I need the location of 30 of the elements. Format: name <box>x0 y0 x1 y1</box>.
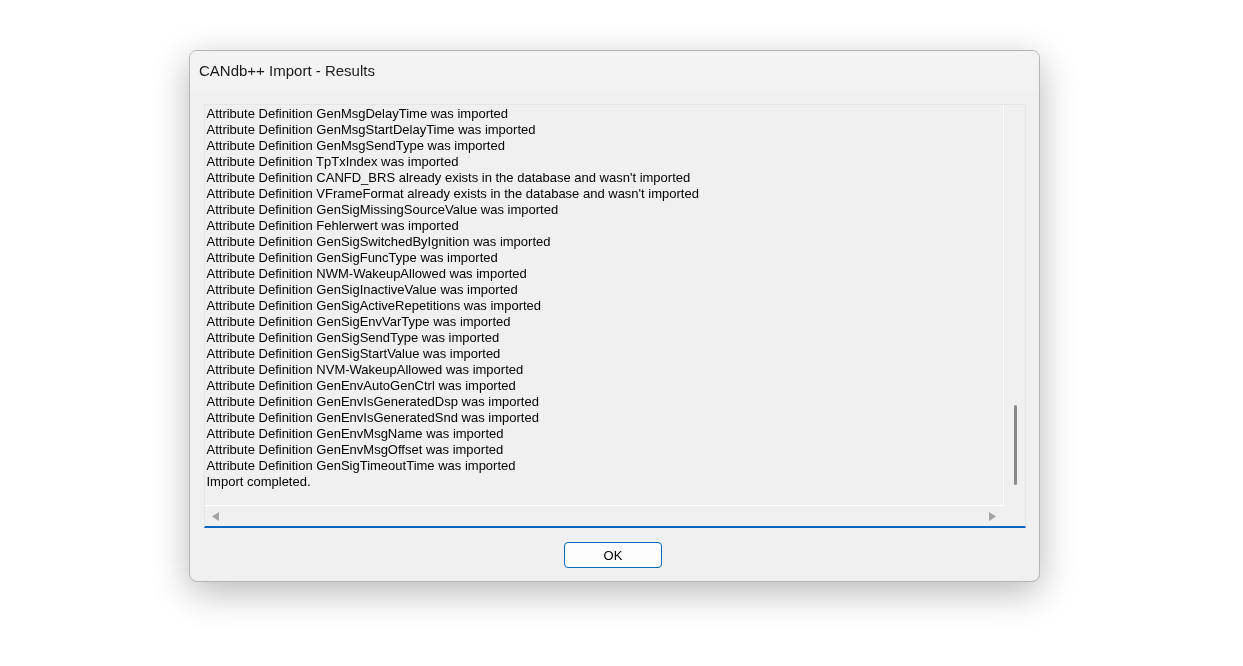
log-line: Attribute Definition GenSigInactiveValue was imported <box>206 282 518 298</box>
log-line: Attribute Definition GenMsgSendType was imported <box>206 138 505 154</box>
log-line: Attribute Definition GenMsgDelayTime was imported <box>206 106 509 122</box>
log-line: Attribute Definition GenSigStartValue was imported <box>206 346 501 362</box>
log-line: Attribute Definition GenEnvAutoGenCtrl was imported <box>206 378 516 394</box>
log-line: Attribute Definition GenEnvMsgName was imported <box>206 426 504 442</box>
window-title: CANdb++ Import - Results <box>199 62 375 78</box>
log-line: Attribute Definition GenMsgStartDelayTime was imported <box>206 122 536 138</box>
scroll-right-icon[interactable] <box>988 511 996 521</box>
log-line: Attribute Definition TpTxIndex was imported <box>206 154 459 170</box>
scrollbar-thumb[interactable] <box>1013 405 1017 485</box>
results-text-area[interactable] <box>203 104 1026 528</box>
log-line: Attribute Definition Fehlerwert was imported <box>206 218 459 234</box>
ok-button[interactable]: OK <box>564 542 662 568</box>
log-line: Attribute Definition NWM-WakeupAllowed was imported <box>206 266 527 282</box>
log-line: Import completed. <box>206 474 311 490</box>
log-line: Attribute Definition GenEnvIsGeneratedDsp was imported <box>206 394 539 410</box>
log-line: Attribute Definition CANFD_BRS already exists in the database and wasn't imported <box>206 170 691 186</box>
log-line: Attribute Definition GenSigSwitchedByIgnition was imported <box>206 234 551 250</box>
log-line: Attribute Definition GenSigSendType was imported <box>206 330 500 346</box>
log-line: Attribute Definition NVM-WakeupAllowed was imported <box>206 362 524 378</box>
log-line: Attribute Definition GenSigEnvVarType was imported <box>206 314 511 330</box>
log-line: Attribute Definition GenSigActiveRepetitions was imported <box>206 298 542 314</box>
log-line: Attribute Definition GenEnvIsGeneratedSnd was imported <box>206 410 539 426</box>
scroll-left-icon[interactable] <box>211 511 219 521</box>
log-line: Attribute Definition GenSigFuncType was imported <box>206 250 498 266</box>
log-line: Attribute Definition GenSigTimeoutTime was imported <box>206 458 516 474</box>
log-line: Attribute Definition VFrameFormat already exists in the database and wasn't imported <box>206 186 699 202</box>
log-line: Attribute Definition GenEnvMsgOffset was imported <box>206 442 504 458</box>
log-line: Attribute Definition GenSigMissingSourceValue was imported <box>206 202 559 218</box>
